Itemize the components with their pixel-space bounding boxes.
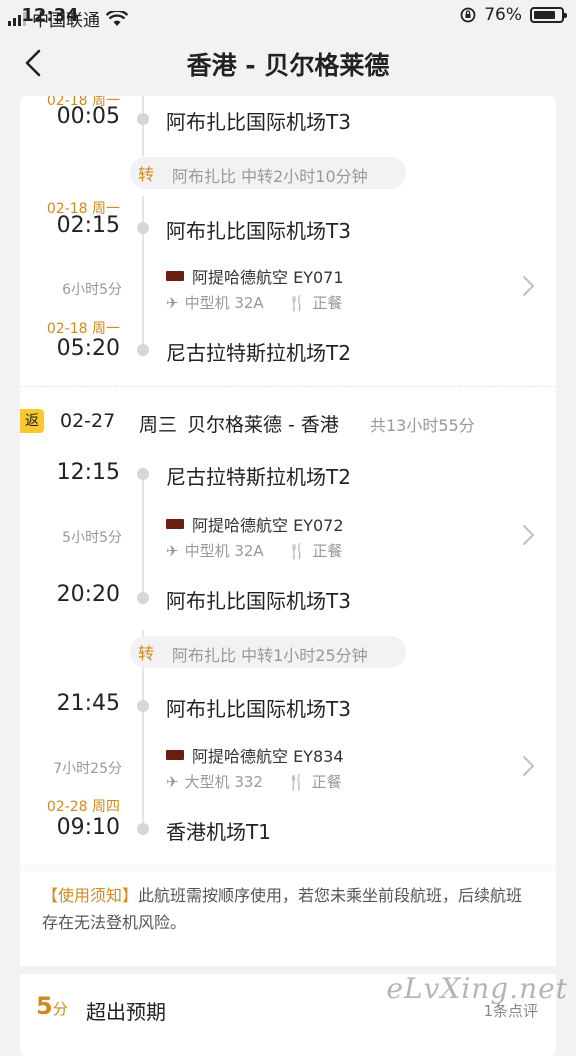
watermark: eLvXing.net: [386, 972, 568, 1005]
meal-icon: 🍴: [287, 293, 307, 312]
rotation-lock-icon: [460, 7, 476, 23]
flight-info[interactable]: 阿提哈德航空 EY834: [166, 743, 344, 767]
chevron-right-icon[interactable]: [518, 754, 538, 778]
arrival-date: 02-18 周一: [46, 321, 120, 337]
airline-logo-icon: [166, 750, 184, 760]
arrival-time: 09:10: [56, 815, 120, 840]
airline-flight: 阿提哈德航空 EY071: [192, 268, 344, 287]
wifi-icon: [106, 10, 128, 26]
arrival-time: 05:20: [56, 336, 120, 361]
meal-type: 正餐: [312, 542, 343, 560]
departure-time: 12:15: [56, 460, 120, 485]
departure-airport: 尼古拉特斯拉机场T2: [166, 465, 351, 489]
status-time: 12:34: [21, 5, 79, 26]
flight-duration: 5小时5分: [62, 530, 122, 546]
notice-label: 【使用须知】: [42, 886, 139, 905]
aircraft-row: ✈ 大型机 332 🍴 正餐: [166, 771, 342, 792]
departure-airport: 阿布扎比国际机场T3: [166, 697, 351, 721]
arrival-date: 02-28 周四: [46, 799, 120, 815]
arrival-airport: 香港机场T1: [166, 820, 271, 844]
nav-header: 香港 - 贝尔格莱德: [0, 32, 576, 96]
return-badge: 返: [20, 409, 44, 433]
transfer-tag: 转: [138, 644, 155, 663]
transfer-badge: 转 阿布扎比 中转1小时25分钟: [130, 636, 406, 668]
transfer-badge: 转 阿布扎比 中转2小时10分钟: [130, 157, 406, 189]
transfer-text: 阿布扎比 中转1小时25分钟: [172, 646, 368, 665]
departure-airport: 阿布扎比国际机场T3: [166, 219, 351, 243]
usage-notice: 【使用须知】此航班需按顺序使用，若您未乘坐前段航班，后续航班存在无法登机风险。: [42, 882, 532, 936]
arrival-airport: 阿布扎比国际机场T3: [166, 110, 351, 134]
arrival-airport: 阿布扎比国际机场T3: [166, 589, 351, 613]
return-weekday: 周三: [139, 414, 178, 436]
aircraft-type: 大型机 332: [184, 773, 263, 791]
meal-type: 正餐: [312, 294, 343, 312]
return-total-duration: 共13小时55分: [370, 416, 475, 435]
airline-logo-icon: [166, 271, 184, 281]
timeline-dot: [137, 344, 149, 356]
plane-icon: ✈: [166, 293, 179, 312]
meal-icon: 🍴: [287, 541, 307, 560]
arrival-time: 00:05: [56, 104, 120, 129]
meal-icon: 🍴: [286, 772, 306, 791]
flight-duration: 7小时25分: [53, 761, 122, 777]
return-date: 02-27: [60, 410, 116, 432]
chevron-right-icon[interactable]: [518, 523, 538, 547]
airline-flight: 阿提哈德航空 EY834: [192, 747, 344, 766]
arrival-time: 20:20: [56, 582, 120, 607]
transfer-tag: 转: [138, 165, 155, 184]
return-route: 贝尔格莱德 - 香港: [187, 414, 339, 436]
rating-score: 5分: [36, 992, 68, 1020]
battery-percent: 76%: [484, 5, 522, 25]
departure-time: 02:15: [56, 213, 120, 238]
arrival-airport: 尼古拉特斯拉机场T2: [166, 341, 351, 365]
aircraft-type: 中型机 32A: [184, 542, 264, 560]
timeline-dot: [137, 222, 149, 234]
flight-duration: 6小时5分: [62, 282, 122, 298]
timeline-dot: [137, 113, 149, 125]
battery-icon: [530, 7, 567, 23]
meal-type: 正餐: [311, 773, 342, 791]
aircraft-row: ✈ 中型机 32A 🍴 正餐: [166, 292, 342, 313]
departure-time: 21:45: [56, 691, 120, 716]
page-title: 香港 - 贝尔格莱德: [186, 51, 390, 80]
flight-info[interactable]: 阿提哈德航空 EY071: [166, 264, 344, 288]
timeline-dot: [137, 468, 149, 480]
itinerary-card: 02-18 周一 00:05 阿布扎比国际机场T3 转 阿布扎比 中转2小时10…: [20, 96, 556, 1056]
plane-icon: ✈: [166, 772, 179, 791]
aircraft-type: 中型机 32A: [184, 294, 264, 312]
rating-label: 超出预期: [86, 1000, 166, 1024]
flight-info[interactable]: 阿提哈德航空 EY072: [166, 512, 344, 536]
airline-flight: 阿提哈德航空 EY072: [192, 516, 344, 535]
chevron-right-icon[interactable]: [518, 274, 538, 298]
aircraft-row: ✈ 中型机 32A 🍴 正餐: [166, 540, 342, 561]
section-divider: [20, 386, 556, 387]
transfer-text: 阿布扎比 中转2小时10分钟: [172, 167, 368, 186]
timeline-dot: [137, 592, 149, 604]
timeline-dot: [137, 700, 149, 712]
airline-logo-icon: [166, 519, 184, 529]
status-bar: 中国联通 12:34 76%: [0, 0, 576, 32]
plane-icon: ✈: [166, 541, 179, 560]
timeline-dot: [137, 823, 149, 835]
